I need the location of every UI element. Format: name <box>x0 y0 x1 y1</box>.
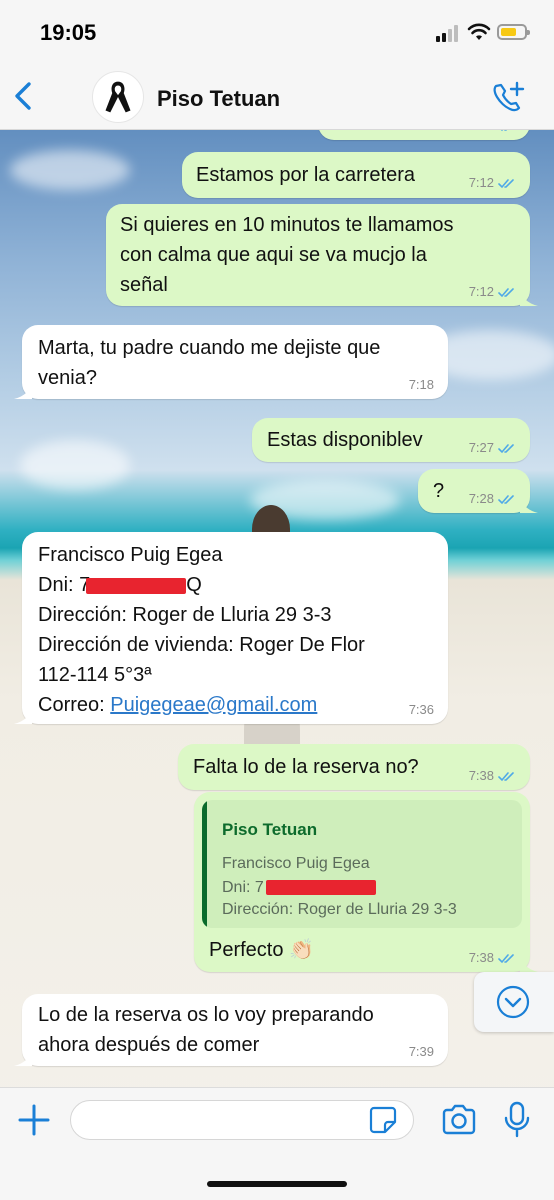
email-label: Correo: <box>38 694 111 716</box>
message-time: 7:27 <box>468 440 494 455</box>
message-text: Estamos por la carretera <box>196 164 415 186</box>
status-bar: 19:05 <box>0 0 554 62</box>
message-text: Falta lo de la reserva no? <box>193 756 419 778</box>
scroll-to-bottom-button[interactable] <box>474 972 554 1032</box>
quote-line: Dirección: Roger de Lluria 29 3-3 <box>222 901 457 918</box>
redaction-mark <box>265 880 376 896</box>
read-ticks-icon <box>498 179 514 189</box>
bubble-tail <box>14 1048 32 1066</box>
quote-line: Francisco Puig Egea <box>222 855 370 872</box>
read-ticks-icon <box>498 495 514 505</box>
read-ticks-icon <box>498 444 514 454</box>
message-input[interactable] <box>70 1100 414 1140</box>
message-meta: 7:38 <box>469 768 516 784</box>
message-meta: 7:36 <box>409 702 434 718</box>
message-line-email: Correo: Puigegeae@gmail.com <box>38 690 317 720</box>
read-ticks-icon <box>498 954 514 964</box>
status-time: 19:05 <box>40 20 97 45</box>
home-indicator <box>207 1181 347 1187</box>
message-time: 7:12 <box>468 284 494 299</box>
message-time: 7:28 <box>468 491 494 506</box>
black-ribbon-icon <box>105 81 131 113</box>
message-line: Dirección: Roger de Lluria 29 3-3 <box>38 604 332 626</box>
wallpaper-cloud <box>10 150 130 190</box>
battery-icon <box>497 24 530 40</box>
add-call-icon[interactable] <box>490 80 526 114</box>
message-text: Estas disponiblev <box>267 429 423 451</box>
bubble-tail <box>520 954 538 972</box>
camera-icon[interactable] <box>440 1102 478 1138</box>
message-meta: 7:39 <box>409 1044 434 1060</box>
message-outgoing[interactable]: Falta lo de la reserva no? 7:38 <box>178 744 530 790</box>
message-meta: 7:27 <box>469 440 516 456</box>
message-outgoing[interactable]: ? 7:28 <box>418 469 538 513</box>
message-meta: 7:28 <box>469 491 516 507</box>
quoted-message[interactable]: Piso Tetuan Francisco Puig Egea Dni: 7 D… <box>202 800 522 928</box>
message-text: Perfecto 👏🏻 <box>209 939 314 961</box>
message-outgoing[interactable]: Estas disponiblev 7:27 <box>252 418 530 462</box>
bubble-tail <box>520 495 538 513</box>
message-outgoing-reply[interactable]: Piso Tetuan Francisco Puig Egea Dni: 7 D… <box>194 792 538 972</box>
message-line: Dirección de vivienda: Roger De Flor <box>38 634 365 656</box>
dni-label: Dni: <box>38 574 80 596</box>
message-incoming[interactable]: Francisco Puig Egea Dni: 7Q Dirección: R… <box>14 532 448 724</box>
message-meta: 7:18 <box>409 377 434 393</box>
group-avatar[interactable] <box>92 71 144 123</box>
cellular-signal-icon <box>436 24 462 42</box>
read-ticks-icon <box>498 288 514 298</box>
quote-bar <box>202 800 207 928</box>
message-outgoing[interactable]: Si quieres en 10 minutos te llamamos con… <box>106 204 538 306</box>
message-line: 112-114 5°3ª <box>38 664 152 686</box>
message-outgoing[interactable]: Estamos por la carretera 7:12 <box>182 152 530 198</box>
bubble-tail <box>14 381 32 399</box>
microphone-icon[interactable] <box>503 1100 531 1140</box>
back-chevron-icon[interactable] <box>8 76 38 116</box>
message-line: Francisco Puig Egea <box>38 544 223 566</box>
read-ticks-icon <box>498 772 514 782</box>
redaction-mark <box>86 577 187 594</box>
plus-icon[interactable] <box>16 1102 52 1138</box>
message-time: 7:18 <box>408 377 434 392</box>
chat-title[interactable]: Piso Tetuan <box>157 86 280 112</box>
email-link[interactable]: Puigegeae@gmail.com <box>110 694 317 716</box>
message-meta: 7:12 <box>469 175 516 191</box>
header-foreground: Piso Tetuan <box>0 62 554 130</box>
wallpaper-cloud <box>20 440 130 490</box>
sticker-icon[interactable] <box>368 1105 398 1135</box>
message-incoming[interactable]: Marta, tu padre cuando me dejiste que ve… <box>14 325 448 399</box>
message-time: 7:38 <box>468 768 494 783</box>
dni-visible-end: Q <box>186 574 202 596</box>
message-meta: 7:12 <box>469 284 516 300</box>
wifi-icon <box>467 23 491 40</box>
message-incoming[interactable]: Lo de la reserva os lo voy preparando ah… <box>14 994 448 1066</box>
quote-dni-label: Dni: 7 <box>222 879 264 896</box>
message-meta: 7:38 <box>469 950 516 966</box>
quote-author: Piso Tetuan <box>222 820 318 839</box>
bubble-tail <box>520 288 538 306</box>
message-text: Marta, tu padre cuando me dejiste que ve… <box>38 337 381 389</box>
quote-line-dni: Dni: 7 <box>222 878 376 898</box>
message-text: Lo de la reserva os lo voy preparando ah… <box>38 1004 374 1056</box>
message-time: 7:36 <box>408 702 434 717</box>
message-time: 7:12 <box>468 175 494 190</box>
message-line-dni: Dni: 7Q <box>38 570 202 600</box>
message-text: Si quieres en 10 minutos te llamamos con… <box>120 214 454 296</box>
chevron-down-circle-icon <box>496 985 530 1019</box>
bubble-tail <box>14 706 32 724</box>
message-time: 7:38 <box>468 950 494 965</box>
message-time: 7:39 <box>408 1044 434 1059</box>
message-text: ? <box>433 480 445 502</box>
